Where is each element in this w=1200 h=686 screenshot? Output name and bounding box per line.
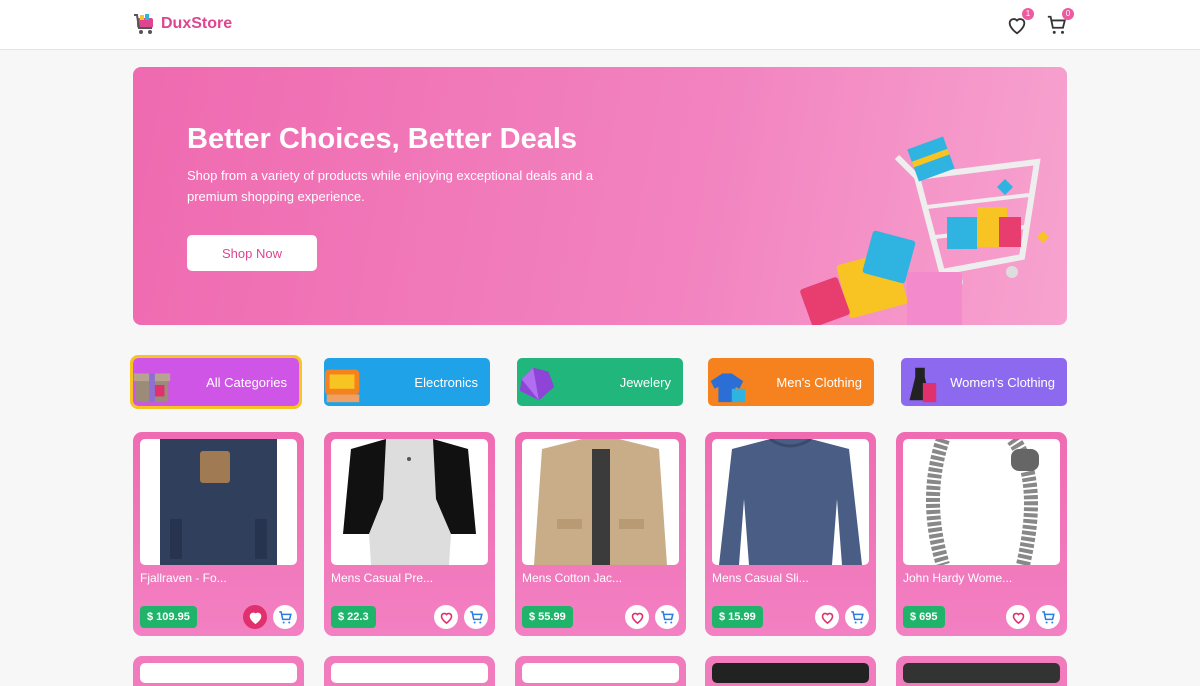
add-to-cart-button[interactable] xyxy=(464,605,488,629)
wishlist-button[interactable]: 1 xyxy=(1006,8,1034,36)
heart-icon xyxy=(249,612,261,624)
product-image[interactable] xyxy=(331,439,488,565)
product-title[interactable]: John Hardy Wome... xyxy=(903,571,1012,585)
cart-icon xyxy=(1041,610,1055,623)
category-men-s-clothing[interactable]: Men's Clothing xyxy=(708,358,874,406)
heart-icon xyxy=(631,612,643,624)
product-title[interactable]: Mens Cotton Jac... xyxy=(522,571,622,585)
shop-now-button[interactable]: Shop Now xyxy=(187,235,317,271)
category-label: All Categories xyxy=(206,374,287,390)
product-price: $ 22.3 xyxy=(331,606,376,628)
category-label: Electronics xyxy=(414,374,478,390)
category-electronics[interactable]: Electronics xyxy=(324,358,490,406)
jacket-image xyxy=(534,439,667,565)
product-price: $ 695 xyxy=(903,606,945,628)
wishlist-count-badge: 1 xyxy=(1022,8,1034,20)
cart-icon xyxy=(660,610,674,623)
product-card-partial[interactable] xyxy=(896,656,1067,686)
product-card-partial[interactable] xyxy=(133,656,304,686)
category-jewelery[interactable]: Jewelery xyxy=(517,358,683,406)
product-price: $ 55.99 xyxy=(522,606,573,628)
category-women-s-clothing[interactable]: Women's Clothing xyxy=(901,358,1067,406)
cart-icon xyxy=(850,610,864,623)
add-to-cart-button[interactable] xyxy=(655,605,679,629)
shopping-cart-logo-icon xyxy=(134,14,153,34)
hero-banner: Better Choices, Better Deals Shop from a… xyxy=(133,67,1067,325)
top-navbar: DuxStore 1 0 xyxy=(0,0,1200,50)
product-card[interactable]: Mens Casual Sli... $ 15.99 xyxy=(705,432,876,636)
backpack-image xyxy=(160,439,277,565)
add-to-wishlist-button[interactable] xyxy=(625,605,649,629)
brand-name: DuxStore xyxy=(161,15,233,32)
cart-icon xyxy=(469,610,483,623)
product-card[interactable]: Mens Casual Pre... $ 22.3 xyxy=(324,432,495,636)
brand-logo[interactable]: DuxStore xyxy=(133,12,232,36)
raglan-tshirt-image xyxy=(343,439,476,565)
product-image[interactable] xyxy=(903,439,1060,565)
product-title[interactable]: Mens Casual Sli... xyxy=(712,571,809,585)
category-all-categories[interactable]: All Categories xyxy=(130,355,302,409)
product-price: $ 15.99 xyxy=(712,606,763,628)
long-sleeve-shirt-image xyxy=(719,439,862,565)
category-label: Men's Clothing xyxy=(776,374,862,390)
computer-icon xyxy=(324,369,360,403)
hero-subtitle: Shop from a variety of products while en… xyxy=(187,168,594,204)
product-card-partial[interactable] xyxy=(324,656,495,686)
add-to-wishlist-button[interactable] xyxy=(815,605,839,629)
heart-icon xyxy=(440,612,452,624)
heart-icon xyxy=(821,612,833,624)
shirt-hanger-icon xyxy=(710,373,746,403)
product-card[interactable]: Fjallraven - Fo... $ 109.95 xyxy=(133,432,304,636)
cart-count-badge: 0 xyxy=(1062,8,1074,20)
gift-box-icon xyxy=(133,373,171,403)
product-card-partial[interactable] xyxy=(515,656,686,686)
add-to-cart-button[interactable] xyxy=(1036,605,1060,629)
product-price: $ 109.95 xyxy=(140,606,197,628)
product-image[interactable] xyxy=(712,439,869,565)
product-card-partial[interactable] xyxy=(705,656,876,686)
product-card[interactable]: John Hardy Wome... $ 695 xyxy=(896,432,1067,636)
product-title[interactable]: Fjallraven - Fo... xyxy=(140,571,227,585)
category-bar: All Categories Electronics Jewelery Men's C… xyxy=(130,355,1067,409)
hero-title: Better Choices, Better Deals xyxy=(187,123,578,155)
product-image[interactable] xyxy=(522,439,679,565)
cart-button[interactable]: 0 xyxy=(1046,8,1074,36)
add-to-wishlist-button[interactable] xyxy=(243,605,267,629)
add-to-wishlist-button[interactable] xyxy=(434,605,458,629)
category-label: Jewelery xyxy=(619,374,671,390)
shopping-cart-illustration xyxy=(800,136,1049,325)
product-image[interactable] xyxy=(140,439,297,565)
product-card[interactable]: Mens Cotton Jac... $ 55.99 xyxy=(515,432,686,636)
heart-icon xyxy=(1012,612,1024,624)
category-label: Women's Clothing xyxy=(950,374,1055,390)
product-title[interactable]: Mens Casual Pre... xyxy=(331,571,433,585)
bracelet-image xyxy=(926,439,1039,565)
dress-icon xyxy=(909,367,937,403)
add-to-cart-button[interactable] xyxy=(273,605,297,629)
add-to-cart-button[interactable] xyxy=(845,605,869,629)
product-row-2 xyxy=(133,656,1067,686)
cart-icon xyxy=(278,610,292,623)
gem-icon xyxy=(519,367,555,401)
add-to-wishlist-button[interactable] xyxy=(1006,605,1030,629)
